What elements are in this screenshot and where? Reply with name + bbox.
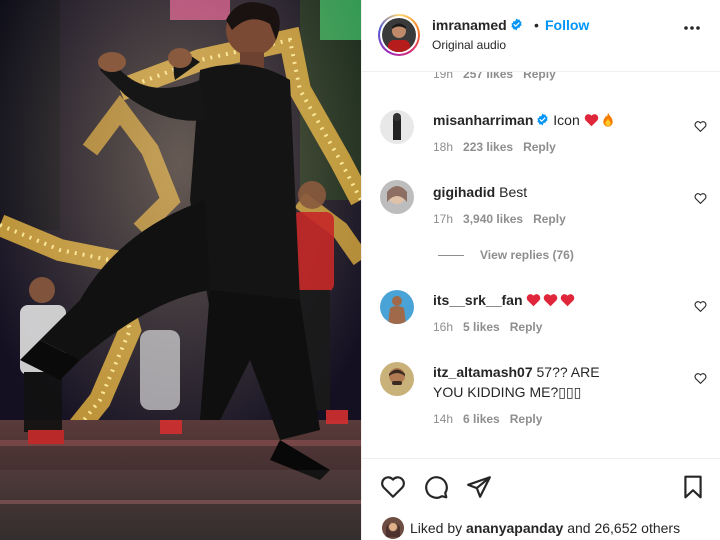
comment-likes[interactable]: 3,940 likes	[463, 212, 523, 226]
comment-meta: 19h 257 likes Reply	[433, 72, 566, 81]
verified-badge-icon	[511, 18, 522, 31]
red-heart-emoji	[527, 294, 541, 307]
liked-by-prefix: Liked by	[410, 520, 463, 536]
commenter-username[interactable]: gigihadid	[433, 184, 495, 200]
commenter-avatar[interactable]	[380, 180, 414, 214]
like-heart-icon[interactable]	[380, 474, 406, 500]
comment-time: 18h	[433, 140, 454, 154]
more-options-icon[interactable]	[683, 25, 701, 31]
author-avatar[interactable]	[378, 14, 420, 56]
reply-button[interactable]: Reply	[523, 140, 556, 154]
comment-time: 16h	[433, 320, 454, 334]
comment-like-heart-icon[interactable]	[694, 300, 707, 313]
comment-likes[interactable]: 6 likes	[463, 412, 500, 426]
comment-meta: 16h 5 likes Reply	[433, 320, 552, 334]
comment-text: gigihadid Best	[433, 182, 673, 202]
view-replies-label[interactable]: View replies (76)	[480, 248, 574, 262]
commenter-username[interactable]: its__srk__fan	[433, 292, 523, 308]
liked-by-count[interactable]: and 26,652 others	[567, 520, 680, 536]
comment-likes[interactable]: 223 likes	[463, 140, 513, 154]
comment-time: 14h	[433, 412, 454, 426]
comment-text: its__srk__fan	[433, 290, 673, 310]
post-action-bar: Liked by ananyapanday and 26,652 others	[362, 458, 720, 540]
comment-time: 19h	[433, 72, 454, 81]
red-heart-emoji	[561, 294, 575, 307]
view-replies-button[interactable]: View replies (76)	[438, 248, 574, 262]
comment-icon[interactable]	[423, 474, 449, 500]
commenter-avatar[interactable]	[380, 110, 414, 144]
comment-like-heart-icon[interactable]	[694, 192, 707, 205]
reel-video-frame	[0, 0, 361, 540]
liked-by-username[interactable]: ananyapanday	[466, 520, 563, 536]
post-media[interactable]	[0, 0, 361, 540]
share-icon[interactable]	[466, 474, 492, 500]
post-details-panel: imranamed • Follow Original audio 19h 257…	[361, 0, 720, 540]
comment-like-heart-icon[interactable]	[694, 372, 707, 385]
comment-text: itz_altamash07 57?? ARE YOU KIDDING ME?▯…	[433, 362, 633, 402]
replies-divider	[438, 255, 464, 257]
verified-badge-icon	[537, 113, 548, 126]
liked-by-text: Liked by ananyapanday and 26,652 others	[410, 520, 680, 536]
save-bookmark-icon[interactable]	[680, 474, 706, 500]
original-audio-link[interactable]: Original audio	[432, 38, 506, 52]
follow-button[interactable]: Follow	[545, 17, 589, 33]
reply-button[interactable]: Reply	[510, 412, 543, 426]
comment-likes[interactable]: 257 likes	[463, 72, 513, 81]
commenter-avatar[interactable]	[380, 290, 414, 324]
comments-list[interactable]: 19h 257 likes Reply misanharriman Icon 18h…	[362, 72, 720, 458]
red-heart-emoji	[544, 294, 558, 307]
liked-by-avatar[interactable]	[382, 517, 404, 539]
author-username[interactable]: imranamed	[432, 17, 523, 33]
reply-button[interactable]: Reply	[533, 212, 566, 226]
commenter-username[interactable]: itz_altamash07	[433, 364, 533, 380]
comment-meta: 17h 3,940 likes Reply	[433, 212, 576, 226]
commenter-avatar[interactable]	[380, 362, 414, 396]
comment-time: 17h	[433, 212, 454, 226]
red-heart-emoji	[584, 114, 598, 127]
fire-emoji	[602, 112, 613, 127]
reply-button[interactable]: Reply	[510, 320, 543, 334]
comment-body: Best	[499, 184, 528, 200]
header-separator: •	[534, 17, 539, 33]
comment-meta: 14h 6 likes Reply	[433, 412, 552, 426]
comment-likes[interactable]: 5 likes	[463, 320, 500, 334]
comment-body: Icon	[553, 112, 580, 128]
comment-text: misanharriman Icon	[433, 110, 673, 130]
reply-button[interactable]: Reply	[523, 72, 556, 81]
comment-meta: 18h 223 likes Reply	[433, 140, 566, 154]
post-header: imranamed • Follow Original audio	[362, 0, 720, 72]
author-username-text[interactable]: imranamed	[432, 17, 507, 33]
commenter-username[interactable]: misanharriman	[433, 112, 533, 128]
comment-like-heart-icon[interactable]	[694, 120, 707, 133]
